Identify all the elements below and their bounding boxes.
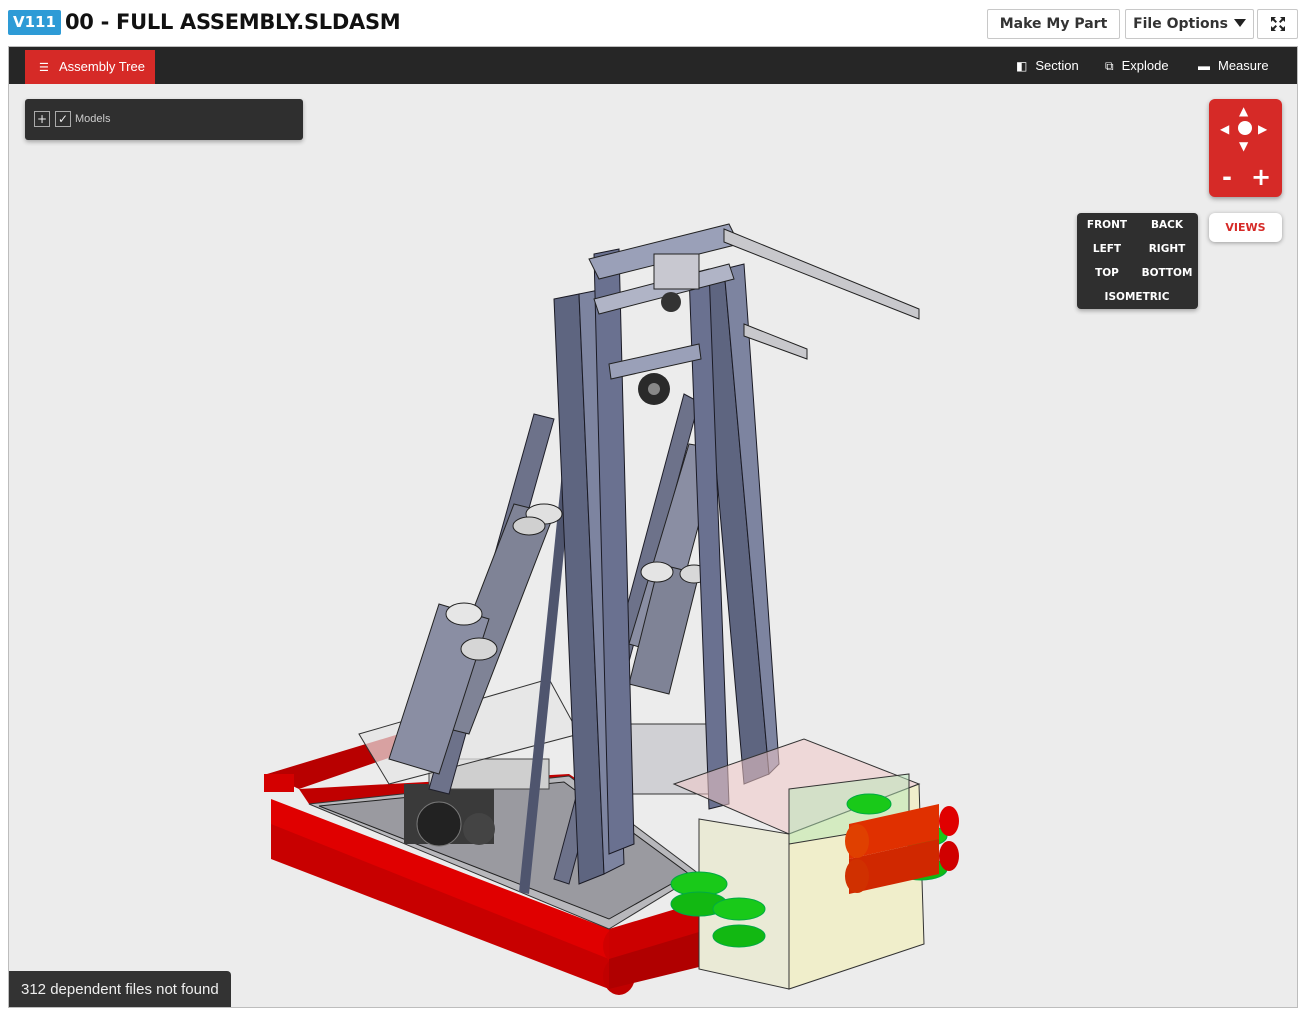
file-options-button[interactable]: File Options xyxy=(1125,9,1254,39)
version-badge: V111 xyxy=(8,10,61,35)
viewer-toolbar: ☰ Assembly Tree ◧ Section ⧉ Explode ▬ Measur… xyxy=(9,47,1297,84)
view-bottom[interactable]: BOTTOM xyxy=(1141,266,1193,280)
status-message: 312 dependent files not found xyxy=(9,971,231,1007)
document-title: 00 - FULL ASSEMBLY.SLDASM xyxy=(65,10,401,34)
top-arm-plates xyxy=(723,228,920,360)
app-header: V111 00 - FULL ASSEMBLY.SLDASM Make My P… xyxy=(0,0,1308,46)
model-viewer[interactable]: ☰ Assembly Tree ◧ Section ⧉ Explode ▬ Measur… xyxy=(8,46,1298,1008)
view-back[interactable]: BACK xyxy=(1143,218,1191,232)
measure-tool[interactable]: ▬ Measure xyxy=(1198,47,1269,84)
navigation-pad: ▲ ◀ ▶ ▼ - + xyxy=(1209,99,1282,197)
assembly-tree-label: Assembly Tree xyxy=(59,59,145,74)
expand-button[interactable]: + xyxy=(34,111,50,127)
fullscreen-button[interactable] xyxy=(1257,9,1298,39)
explode-tool[interactable]: ⧉ Explode xyxy=(1105,47,1169,84)
measure-label: Measure xyxy=(1218,58,1269,73)
models-label: Models xyxy=(75,113,111,125)
view-front[interactable]: FRONT xyxy=(1085,218,1129,232)
view-right[interactable]: RIGHT xyxy=(1143,242,1191,256)
reset-view-icon[interactable] xyxy=(1238,121,1252,135)
zoom-in-button[interactable]: + xyxy=(1251,165,1271,189)
pan-right-icon[interactable]: ▶ xyxy=(1258,123,1267,135)
fullscreen-icon xyxy=(1270,17,1285,31)
view-isometric[interactable]: ISOMETRIC xyxy=(1097,290,1177,304)
measure-icon: ▬ xyxy=(1198,59,1210,73)
zoom-out-button[interactable]: - xyxy=(1222,165,1232,189)
models-visibility-checkbox[interactable]: ✓ xyxy=(55,111,71,127)
views-menu: FRONT BACK LEFT RIGHT TOP BOTTOM ISOMETR… xyxy=(1077,213,1198,309)
list-icon: ☰ xyxy=(39,62,49,74)
pan-left-icon[interactable]: ◀ xyxy=(1220,123,1229,135)
explode-icon: ⧉ xyxy=(1105,59,1114,73)
view-top[interactable]: TOP xyxy=(1085,266,1129,280)
pan-up-icon[interactable]: ▲ xyxy=(1239,105,1248,117)
pan-down-icon[interactable]: ▼ xyxy=(1239,140,1248,152)
views-button[interactable]: VIEWS xyxy=(1209,213,1282,242)
file-options-label: File Options xyxy=(1133,16,1228,32)
models-panel: + ✓ Models xyxy=(25,99,303,140)
explode-label: Explode xyxy=(1121,58,1169,73)
assembly-tree-tab[interactable]: ☰ Assembly Tree xyxy=(25,50,155,84)
make-my-part-button[interactable]: Make My Part xyxy=(987,9,1120,39)
section-label: Section xyxy=(1035,58,1079,73)
section-tool[interactable]: ◧ Section xyxy=(1016,47,1079,84)
view-left[interactable]: LEFT xyxy=(1085,242,1129,256)
section-icon: ◧ xyxy=(1016,59,1028,73)
caret-down-icon xyxy=(1233,19,1246,27)
